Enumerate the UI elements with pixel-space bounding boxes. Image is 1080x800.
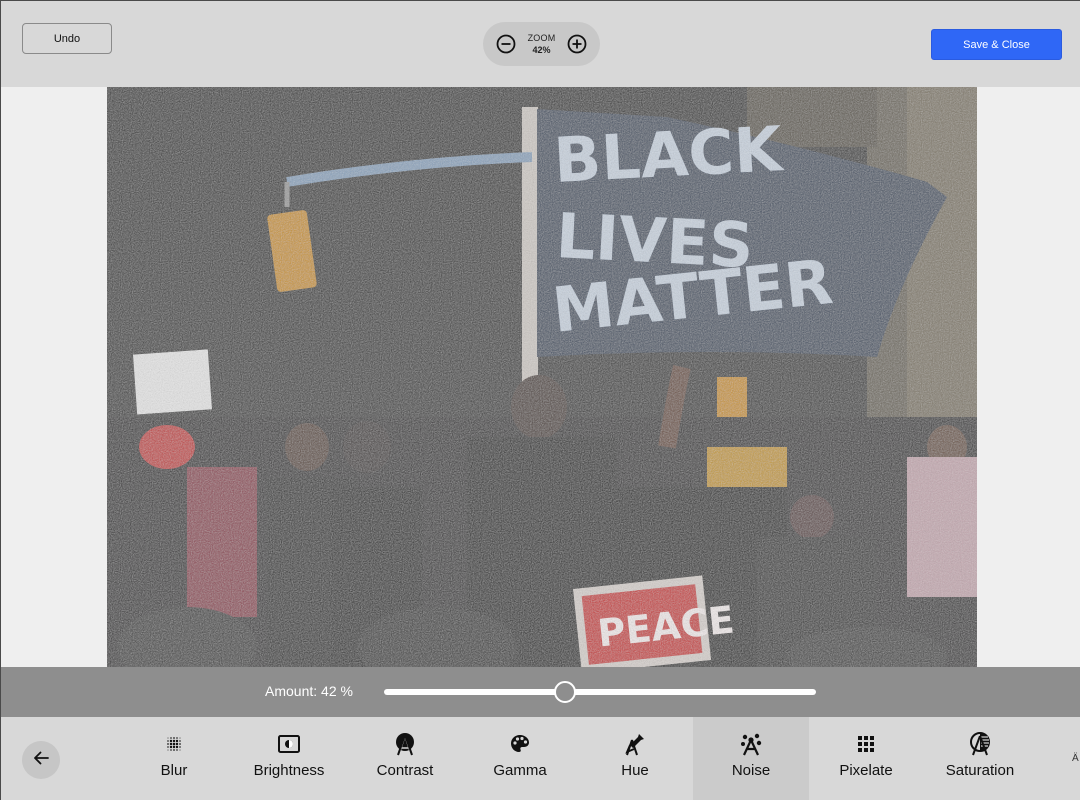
amount-label: Amount: 42 % (265, 683, 353, 699)
amount-slider-track[interactable] (384, 681, 816, 703)
tool-label: Saturation (945, 762, 1015, 779)
tool-label: Noise (731, 762, 771, 779)
tool-label: Pixelate (839, 762, 893, 779)
tool-gamma[interactable]: Gamma (462, 717, 578, 800)
top-toolbar: Undo ZOOM 42% Save & Close (1, 1, 1080, 87)
brightness-icon (277, 732, 301, 756)
tool-label: Contrast (376, 762, 434, 779)
canvas-area: BLACK LIVES MATTER PEACE (1, 87, 1080, 667)
amount-bar: Amount: 42 % (1, 667, 1080, 717)
tool-noise[interactable]: Noise (693, 717, 809, 800)
tool-saturation[interactable]: Saturation (922, 717, 1038, 800)
arrow-left-icon (32, 749, 50, 772)
filter-toolstrip: Blur Brightness Contrast Gamma Hue Noise (1, 717, 1080, 800)
tool-label: Gamma (493, 762, 547, 779)
undo-button[interactable]: Undo (22, 23, 112, 54)
minus-circle-icon[interactable] (495, 33, 517, 55)
plus-circle-icon[interactable] (566, 33, 588, 55)
tool-blur[interactable]: Blur (116, 717, 232, 800)
tool-label: Brightness (253, 762, 325, 779)
palette-icon (508, 732, 532, 756)
tool-hue[interactable]: Hue (577, 717, 693, 800)
saturation-icon (968, 732, 992, 756)
eyedropper-icon (623, 732, 647, 756)
tool-label: Hue (621, 762, 649, 779)
photo-illustration: BLACK LIVES MATTER PEACE (107, 87, 977, 667)
pixel-grid-icon (854, 732, 878, 756)
tool-contrast[interactable]: Contrast (347, 717, 463, 800)
tool-pixelate[interactable]: Pixelate (808, 717, 924, 800)
blur-dots-icon (162, 732, 186, 756)
edited-photo[interactable]: BLACK LIVES MATTER PEACE (107, 87, 977, 667)
amount-slider-thumb[interactable] (554, 681, 577, 703)
tool-brightness[interactable]: Brightness (231, 717, 347, 800)
noise-icon (739, 732, 763, 756)
tool-label: Blur (160, 762, 188, 779)
zoom-readout: ZOOM 42% (528, 32, 556, 56)
back-button[interactable] (22, 741, 60, 779)
zoom-value: 42% (532, 45, 551, 55)
flag-word-1: BLACK (552, 112, 786, 197)
contrast-icon (393, 732, 417, 756)
more-tools-glyph[interactable]: Ä (1072, 753, 1079, 764)
save-and-close-button[interactable]: Save & Close (931, 29, 1062, 60)
zoom-control: ZOOM 42% (483, 22, 600, 66)
zoom-label: ZOOM (527, 33, 556, 43)
